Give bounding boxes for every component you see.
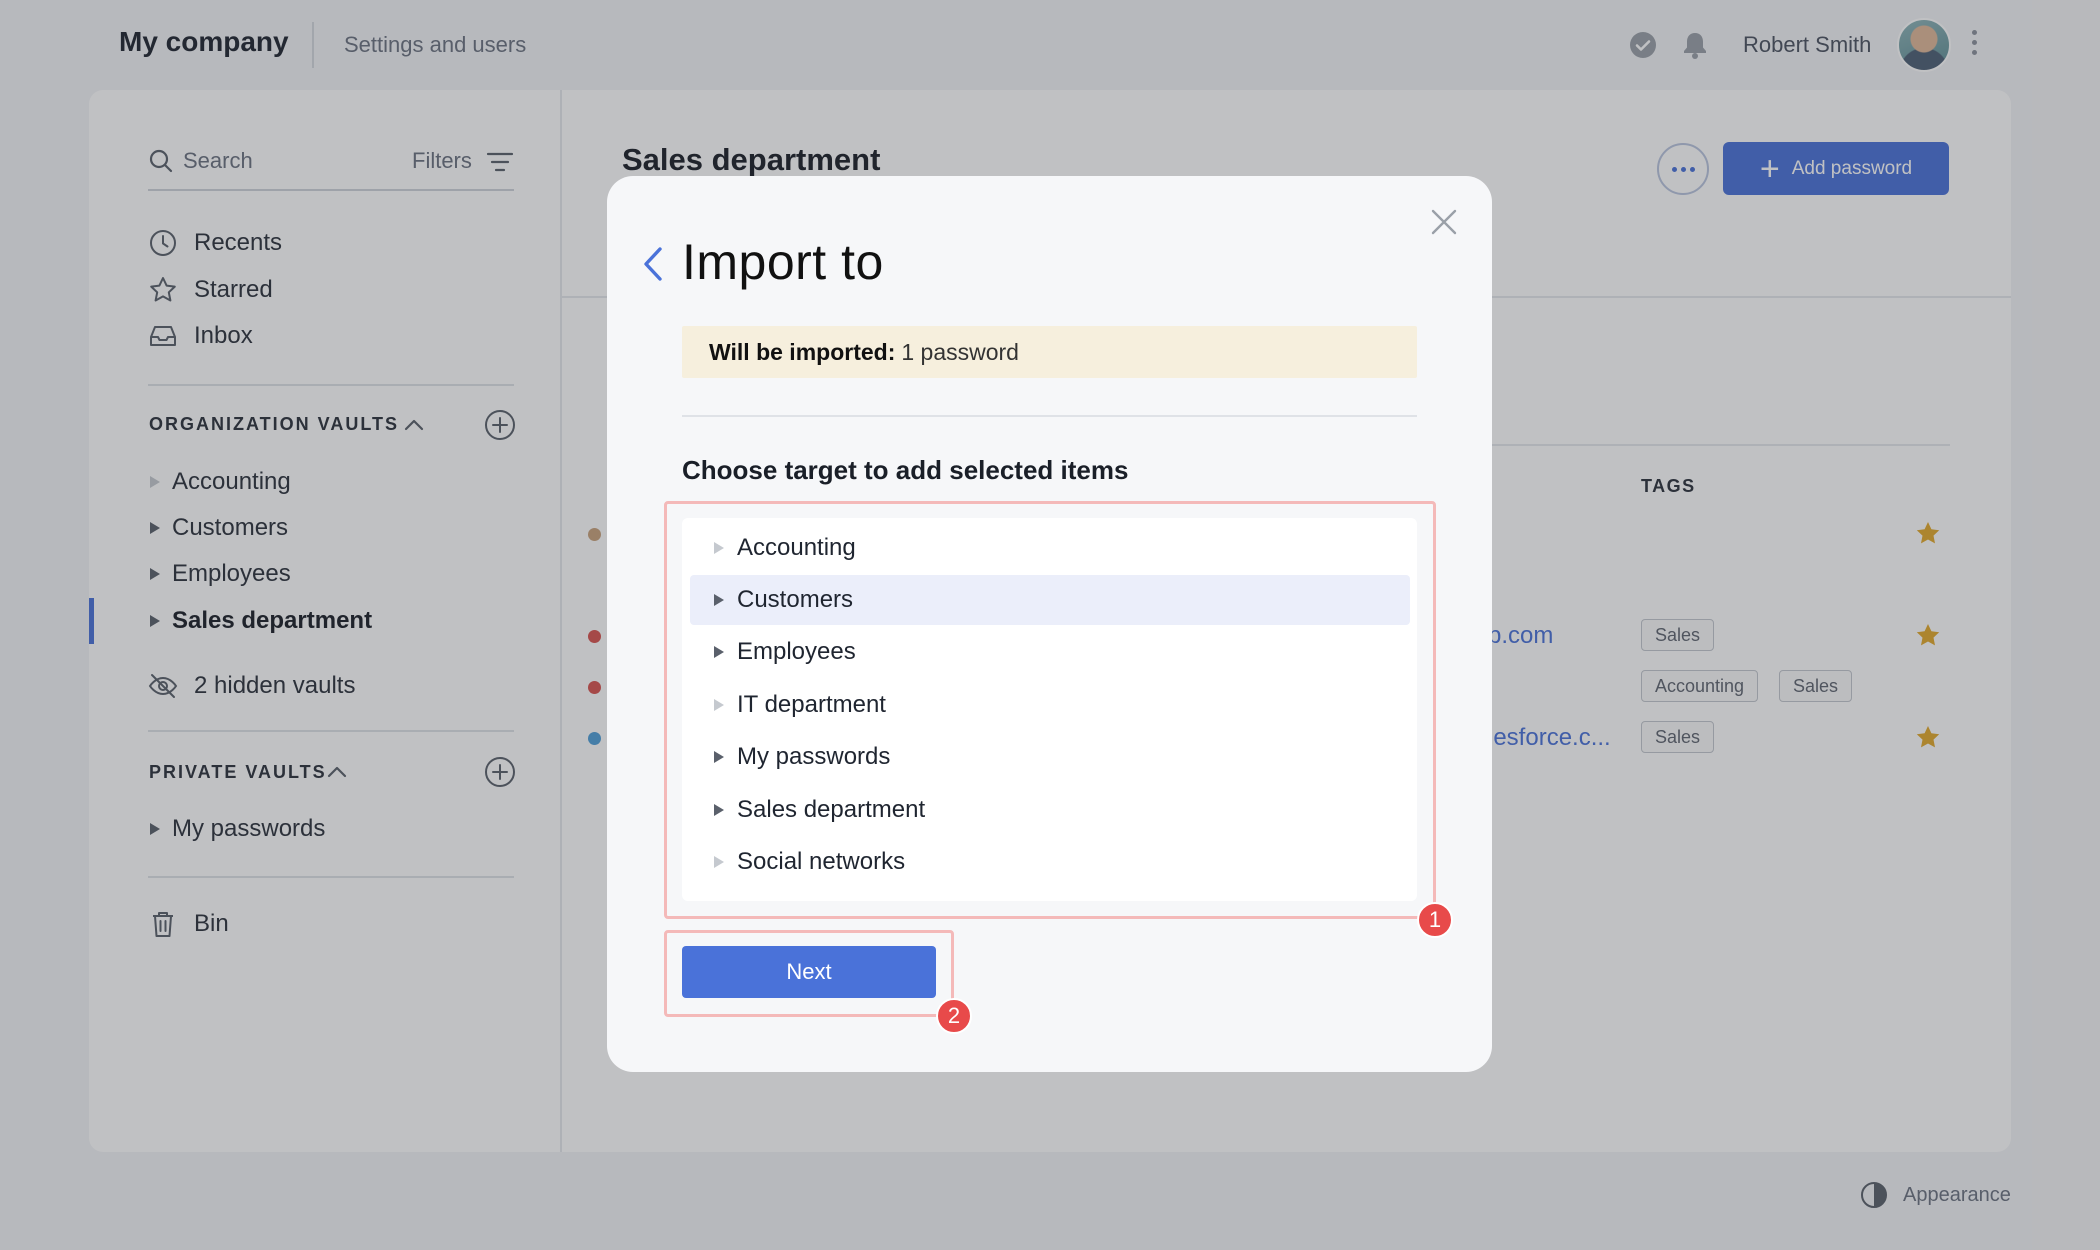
expand-triangle-icon[interactable] xyxy=(714,804,724,816)
expand-triangle-icon[interactable] xyxy=(714,594,724,606)
modal-divider xyxy=(682,415,1417,417)
target-item-accounting[interactable]: Accounting xyxy=(690,523,1410,573)
target-item-social-networks[interactable]: Social networks xyxy=(690,837,1410,887)
target-label: Customers xyxy=(737,586,854,613)
target-vault-list: Accounting Customers Employees IT depart… xyxy=(682,518,1417,901)
import-notice: Will be imported: 1 password xyxy=(682,326,1417,378)
target-label: IT department xyxy=(737,691,886,718)
close-icon[interactable] xyxy=(1430,208,1458,236)
back-chevron-icon[interactable] xyxy=(640,245,666,283)
expand-triangle-icon xyxy=(714,856,724,868)
step-badge-1: 1 xyxy=(1417,902,1453,938)
target-label: Social networks xyxy=(737,848,906,875)
notice-label: Will be imported: xyxy=(709,338,896,365)
next-button[interactable]: Next xyxy=(682,946,936,998)
expand-triangle-icon xyxy=(714,699,724,711)
target-item-my-passwords[interactable]: My passwords xyxy=(690,732,1410,782)
modal-title: Import to xyxy=(682,234,884,290)
target-item-sales-department[interactable]: Sales department xyxy=(690,785,1410,835)
target-item-employees[interactable]: Employees xyxy=(690,627,1410,677)
expand-triangle-icon xyxy=(714,542,724,554)
target-label: My passwords xyxy=(737,743,891,770)
target-label: Employees xyxy=(737,638,856,665)
target-item-customers[interactable]: Customers xyxy=(690,575,1410,625)
choose-target-heading: Choose target to add selected items xyxy=(682,455,1129,485)
expand-triangle-icon[interactable] xyxy=(714,751,724,763)
target-label: Accounting xyxy=(737,534,856,561)
step-badge-2: 2 xyxy=(936,998,972,1034)
target-item-it-department[interactable]: IT department xyxy=(690,680,1410,730)
target-label: Sales department xyxy=(737,796,926,823)
notice-value: 1 password xyxy=(901,338,1019,365)
expand-triangle-icon[interactable] xyxy=(714,646,724,658)
